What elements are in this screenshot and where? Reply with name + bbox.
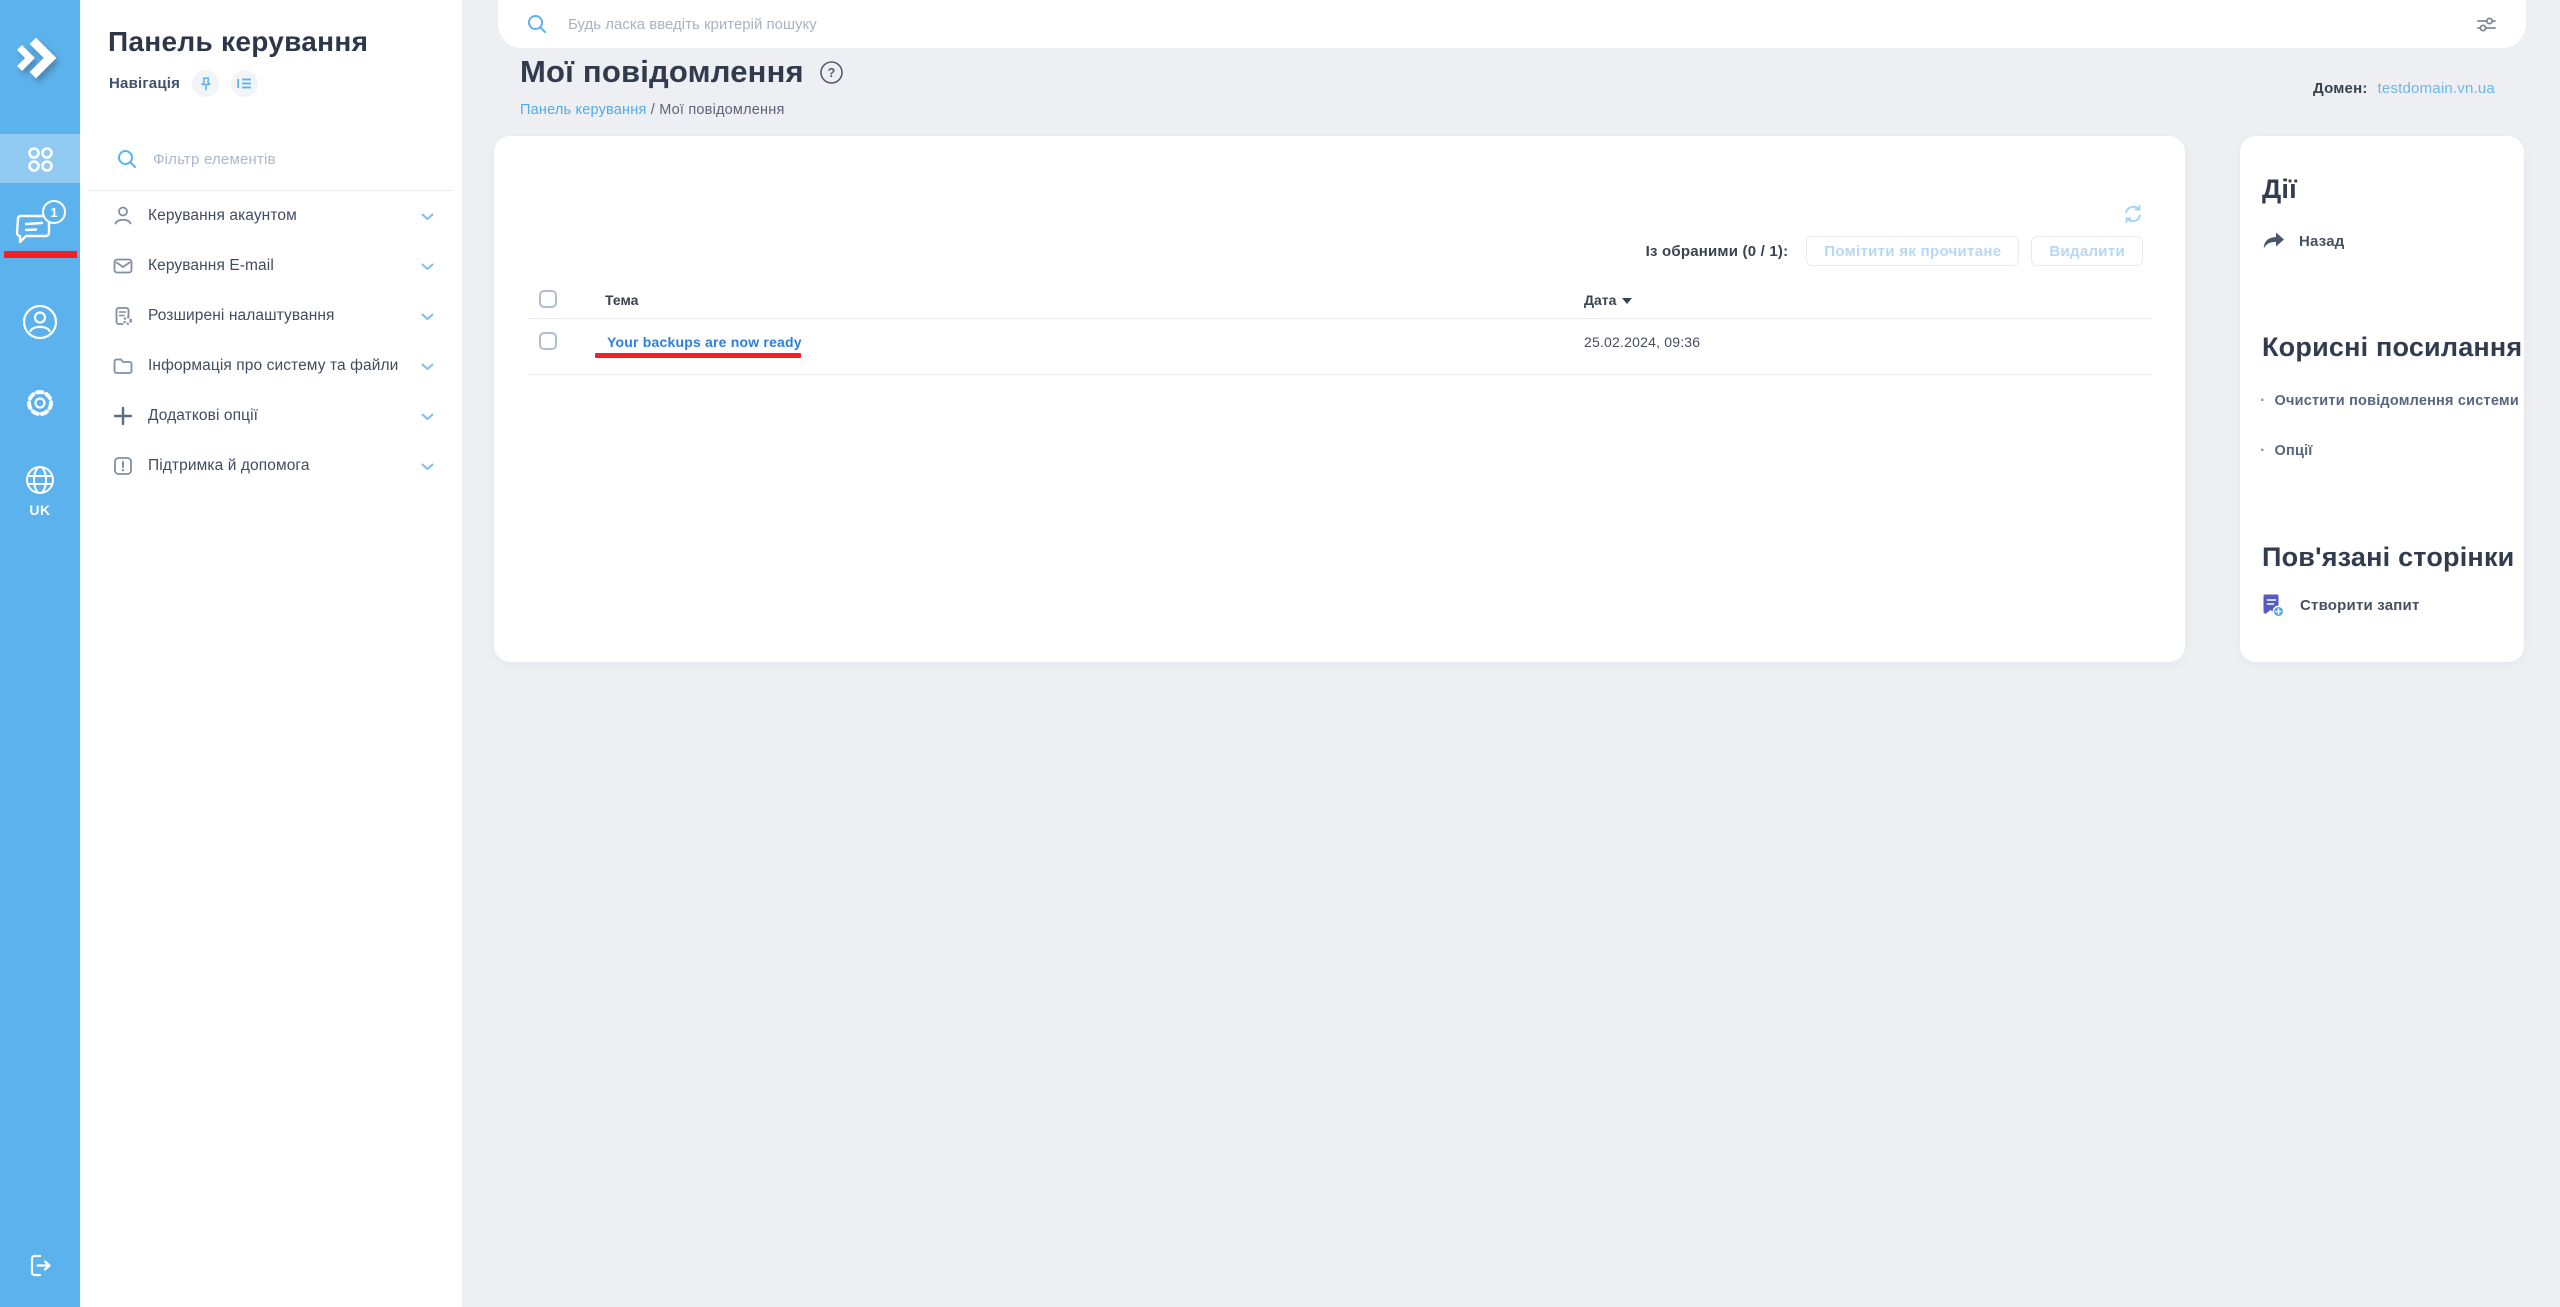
navigation-sidebar: Панель керування Навігація — [80, 0, 462, 1307]
useful-links-title: Корисні посилання — [2262, 332, 2522, 363]
delete-button[interactable]: Видалити — [2031, 236, 2143, 266]
sidebar-item-label: Підтримка й допомога — [148, 457, 310, 475]
pin-icon — [199, 77, 213, 91]
forward-arrow-icon — [2262, 230, 2286, 252]
table-divider — [528, 374, 2152, 375]
sidebar-item-support-help[interactable]: Підтримка й допомога — [80, 441, 462, 491]
link-label: Очистити повідомлення системи — [2275, 393, 2519, 409]
svg-text:?: ? — [828, 66, 836, 80]
nav-label: Навігація — [109, 75, 180, 92]
create-request-label: Створити запит — [2300, 597, 2420, 614]
create-request-ticket-icon — [2260, 592, 2286, 619]
document-gear-icon — [110, 305, 136, 327]
folder-icon — [110, 355, 136, 377]
back-action[interactable]: Назад — [2262, 230, 2344, 252]
breadcrumb-parent-link[interactable]: Панель керування — [520, 102, 647, 118]
envelope-icon — [110, 255, 136, 277]
chevron-down-icon — [421, 363, 434, 371]
column-header-subject[interactable]: Тема — [605, 292, 638, 308]
plus-icon — [110, 405, 136, 427]
breadcrumb-separator: / — [647, 102, 660, 118]
sidebar-filter — [116, 148, 446, 170]
list-view-icon — [237, 77, 252, 90]
actions-title: Дії — [2262, 174, 2297, 205]
selection-count-label: Із обраними (0 / 1): — [1646, 243, 1789, 260]
domain-label: Домен: — [2313, 80, 2368, 97]
icon-sidebar: 1 UK — [0, 0, 80, 1307]
logout-icon[interactable] — [27, 1252, 54, 1279]
breadcrumb-current: Мої повідомлення — [659, 102, 784, 118]
pin-sidebar-button[interactable] — [192, 70, 219, 97]
account-user-icon[interactable] — [21, 303, 59, 341]
annotation-red-underline-row — [595, 353, 801, 358]
global-search-input[interactable] — [568, 0, 2418, 48]
sort-desc-icon — [1622, 298, 1632, 304]
sidebar-title: Панель керування — [108, 26, 368, 58]
notifications-messages-icon[interactable]: 1 — [12, 206, 56, 248]
table-divider — [528, 318, 2152, 319]
row-checkbox[interactable] — [539, 332, 557, 350]
domain-indicator: Домен: testdomain.vn.ua — [2313, 80, 2495, 97]
select-all-checkbox[interactable] — [539, 290, 557, 308]
sidebar-item-email-management[interactable]: Керування E-mail — [80, 241, 462, 291]
chevron-down-icon — [421, 313, 434, 321]
domain-value-link[interactable]: testdomain.vn.ua — [2378, 80, 2495, 97]
options-link[interactable]: · Опції — [2260, 442, 2313, 460]
column-header-date[interactable]: Дата — [1584, 292, 1632, 308]
side-actions-panel: Дії Назад Корисні посилання · Очистити по… — [2240, 136, 2524, 662]
user-icon — [110, 205, 136, 227]
sidebar-item-label: Розширені налаштування — [148, 307, 335, 325]
annotation-red-underline-iconbar — [4, 251, 77, 258]
message-subject-link[interactable]: Your backups are now ready — [607, 334, 802, 350]
message-date: 25.02.2024, 09:36 — [1584, 334, 1700, 350]
exclamation-square-icon — [110, 455, 136, 477]
toggle-menu-view-button[interactable] — [231, 70, 258, 97]
clear-system-messages-link[interactable]: · Очистити повідомлення системи — [2260, 392, 2519, 410]
sidebar-item-label: Керування акаунтом — [148, 207, 297, 225]
breadcrumb: Панель керування / Мої повідомлення — [520, 102, 785, 118]
dashboard-grid-icon[interactable] — [24, 143, 56, 175]
help-icon[interactable]: ? — [819, 60, 844, 85]
app-logo-chevrons-icon[interactable] — [16, 34, 64, 82]
link-label: Опції — [2275, 443, 2313, 459]
settings-gear-icon[interactable] — [23, 386, 57, 420]
sidebar-item-label: Інформація про систему та файли — [148, 357, 398, 375]
language-code-label[interactable]: UK — [0, 502, 80, 518]
bullet: · — [2260, 392, 2266, 409]
chevron-down-icon — [421, 263, 434, 271]
sidebar-item-account-management[interactable]: Керування акаунтом — [80, 191, 462, 241]
messages-card: Із обраними (0 / 1): Помітити як прочита… — [494, 136, 2185, 662]
refresh-icon[interactable] — [2122, 203, 2144, 225]
page-title: Мої повідомлення — [520, 54, 804, 90]
sidebar-item-label: Додаткові опції — [148, 407, 258, 425]
sidebar-nav-row: Навігація — [109, 70, 258, 97]
sidebar-item-advanced-settings[interactable]: Розширені налаштування — [80, 291, 462, 341]
column-header-date-label: Дата — [1584, 292, 1616, 308]
sidebar-menu: Керування акаунтом Керування E-mail — [80, 191, 462, 491]
search-icon — [526, 13, 548, 35]
page-header: Мої повідомлення ? — [520, 54, 844, 90]
unread-count-badge: 1 — [42, 200, 66, 224]
chevron-down-icon — [421, 413, 434, 421]
sidebar-item-label: Керування E-mail — [148, 257, 274, 275]
filter-elements-input[interactable] — [153, 151, 423, 168]
bulk-actions-row: Із обраними (0 / 1): Помітити як прочита… — [1646, 236, 2143, 266]
bullet: · — [2260, 442, 2266, 459]
create-request-link[interactable]: Створити запит — [2260, 592, 2420, 619]
language-globe-icon[interactable] — [24, 464, 56, 496]
mark-as-read-button[interactable]: Помітити як прочитане — [1806, 236, 2019, 266]
related-pages-title: Пов'язані сторінки — [2262, 542, 2514, 573]
search-settings-sliders-icon[interactable] — [2475, 13, 2498, 36]
chevron-down-icon — [421, 213, 434, 221]
search-icon — [116, 148, 138, 170]
sidebar-item-system-info-files[interactable]: Інформація про систему та файли — [80, 341, 462, 391]
global-search-bar — [498, 0, 2526, 48]
back-label: Назад — [2299, 233, 2344, 250]
sidebar-item-additional-options[interactable]: Додаткові опції — [80, 391, 462, 441]
chevron-down-icon — [421, 463, 434, 471]
